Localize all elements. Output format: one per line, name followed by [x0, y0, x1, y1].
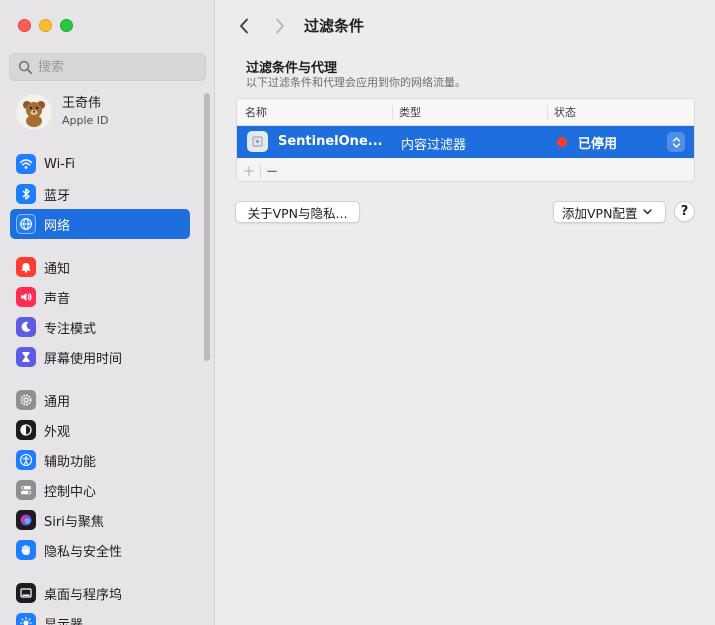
sidebar-item-label: 声音 [44, 291, 71, 307]
sidebar-item-label: 桌面与程序坞 [44, 587, 123, 603]
zoom-button[interactable] [60, 19, 73, 32]
sidebar-group-notifications: 通知 声音 专注模式 屏幕使用时间 [10, 252, 190, 372]
sidebar-item-notifications[interactable]: 通知 [10, 252, 190, 282]
chevron-updown-icon [672, 136, 680, 148]
accessibility-icon [16, 450, 36, 470]
bell-icon [16, 257, 36, 277]
sidebar-item-privacy[interactable]: 隐私与安全性 [10, 535, 190, 565]
dock-icon [16, 583, 36, 603]
siri-icon [16, 510, 36, 530]
add-vpn-label: 添加VPN配置 [562, 205, 638, 221]
search-input[interactable] [38, 59, 198, 75]
sidebar-item-wifi[interactable]: Wi-Fi [10, 149, 190, 179]
about-vpn-privacy-button[interactable]: 关于VPN与隐私... [235, 201, 360, 223]
close-button[interactable] [18, 19, 31, 32]
appearance-icon [16, 420, 36, 440]
filter-name: SentinelOne... [278, 134, 383, 149]
sidebar-scrollbar[interactable] [204, 93, 210, 361]
back-button[interactable] [234, 15, 254, 37]
sidebar-item-network[interactable]: 网络 [10, 209, 190, 239]
sidebar-item-sound[interactable]: 声音 [10, 282, 190, 312]
window-controls [18, 19, 73, 32]
avatar [16, 94, 52, 130]
sidebar-item-screen-time[interactable]: 屏幕使用时间 [10, 342, 190, 372]
bluetooth-icon [16, 184, 36, 204]
sidebar-item-displays[interactable]: 显示器 [10, 608, 190, 625]
column-header-status[interactable]: 状态 [547, 105, 576, 120]
sidebar-item-accessibility[interactable]: 辅助功能 [10, 445, 190, 475]
sidebar-item-bluetooth[interactable]: 蓝牙 [10, 179, 190, 209]
hand-icon [16, 540, 36, 560]
sidebar-item-focus[interactable]: 专注模式 [10, 312, 190, 342]
sidebar-item-label: 通知 [44, 261, 71, 277]
sidebar-group-general: 通用 外观 辅助功能 控制中心 Siri与聚焦 隐私与安全性 [10, 385, 190, 565]
table-header: 名称 类型 状态 [237, 99, 694, 126]
chevron-down-icon [643, 209, 653, 215]
apple-id-account[interactable]: 王奇伟 Apple ID [16, 94, 109, 130]
search-field[interactable] [9, 53, 206, 81]
page-title: 过滤条件 [304, 17, 365, 35]
display-icon [16, 613, 36, 625]
sidebar-item-general[interactable]: 通用 [10, 385, 190, 415]
main-pane: 过滤条件 过滤条件与代理 以下过滤条件和代理会应用到你的网络流量。 名称 类型 … [216, 0, 715, 625]
minimize-button[interactable] [39, 19, 52, 32]
filter-status: 已停用 [578, 137, 618, 152]
toggles-icon [16, 480, 36, 500]
sidebar-item-label: 蓝牙 [44, 188, 71, 204]
help-button[interactable]: ? [674, 201, 695, 222]
filter-type: 内容过滤器 [401, 138, 467, 153]
account-subtitle: Apple ID [62, 114, 109, 127]
sidebar-item-label: 隐私与安全性 [44, 544, 123, 560]
speaker-icon [16, 287, 36, 307]
sidebar-item-label: 通用 [44, 394, 71, 410]
sidebar-item-control-center[interactable]: 控制中心 [10, 475, 190, 505]
remove-filter-button[interactable]: − [261, 162, 283, 180]
wifi-icon [16, 154, 36, 174]
sidebar-item-label: 显示器 [44, 617, 84, 625]
sidebar-item-label: Siri与聚焦 [44, 514, 104, 530]
globe-icon [16, 214, 36, 234]
forward-button[interactable] [270, 15, 290, 37]
sidebar: 王奇伟 Apple ID Wi-Fi 蓝牙 [0, 0, 215, 625]
gear-icon [16, 390, 36, 410]
toolbar: 过滤条件 [216, 0, 715, 52]
filter-app-icon [247, 131, 268, 152]
account-name: 王奇伟 [62, 96, 102, 111]
filters-table: 名称 类型 状态 SentinelOne... 内容过滤器 已停用 + − [236, 98, 695, 182]
sidebar-group-desktop: 桌面与程序坞 显示器 [10, 578, 190, 625]
section-subtitle: 以下过滤条件和代理会应用到你的网络流量。 [246, 76, 466, 89]
sidebar-item-label: 外观 [44, 424, 71, 440]
sidebar-item-label: Wi-Fi [44, 156, 76, 172]
table-row[interactable]: SentinelOne... 内容过滤器 已停用 [237, 126, 694, 158]
sidebar-item-label: 辅助功能 [44, 454, 97, 470]
sidebar-item-desktop-dock[interactable]: 桌面与程序坞 [10, 578, 190, 608]
moon-icon [16, 317, 36, 337]
sidebar-item-siri[interactable]: Siri与聚焦 [10, 505, 190, 535]
hourglass-icon [16, 347, 36, 367]
column-header-name[interactable]: 名称 [239, 105, 267, 120]
status-indicator-dot [557, 137, 567, 147]
sidebar-group-network: Wi-Fi 蓝牙 网络 [10, 149, 190, 239]
add-filter-button[interactable]: + [238, 162, 260, 180]
sidebar-item-label: 控制中心 [44, 484, 97, 500]
chevron-left-icon [240, 18, 248, 34]
teddy-bear-icon [23, 101, 45, 127]
status-popup-button[interactable] [667, 132, 685, 152]
sidebar-item-appearance[interactable]: 外观 [10, 415, 190, 445]
sidebar-item-label: 专注模式 [44, 321, 97, 337]
sidebar-item-label: 屏幕使用时间 [44, 351, 123, 367]
column-header-type[interactable]: 类型 [392, 105, 421, 120]
sidebar-item-label: 网络 [44, 218, 71, 234]
search-icon [18, 60, 32, 74]
settings-window: 王奇伟 Apple ID Wi-Fi 蓝牙 [0, 0, 715, 625]
add-vpn-configuration-button[interactable]: 添加VPN配置 [553, 201, 666, 223]
chevron-right-icon [276, 18, 284, 34]
table-footer: + − [237, 160, 694, 181]
